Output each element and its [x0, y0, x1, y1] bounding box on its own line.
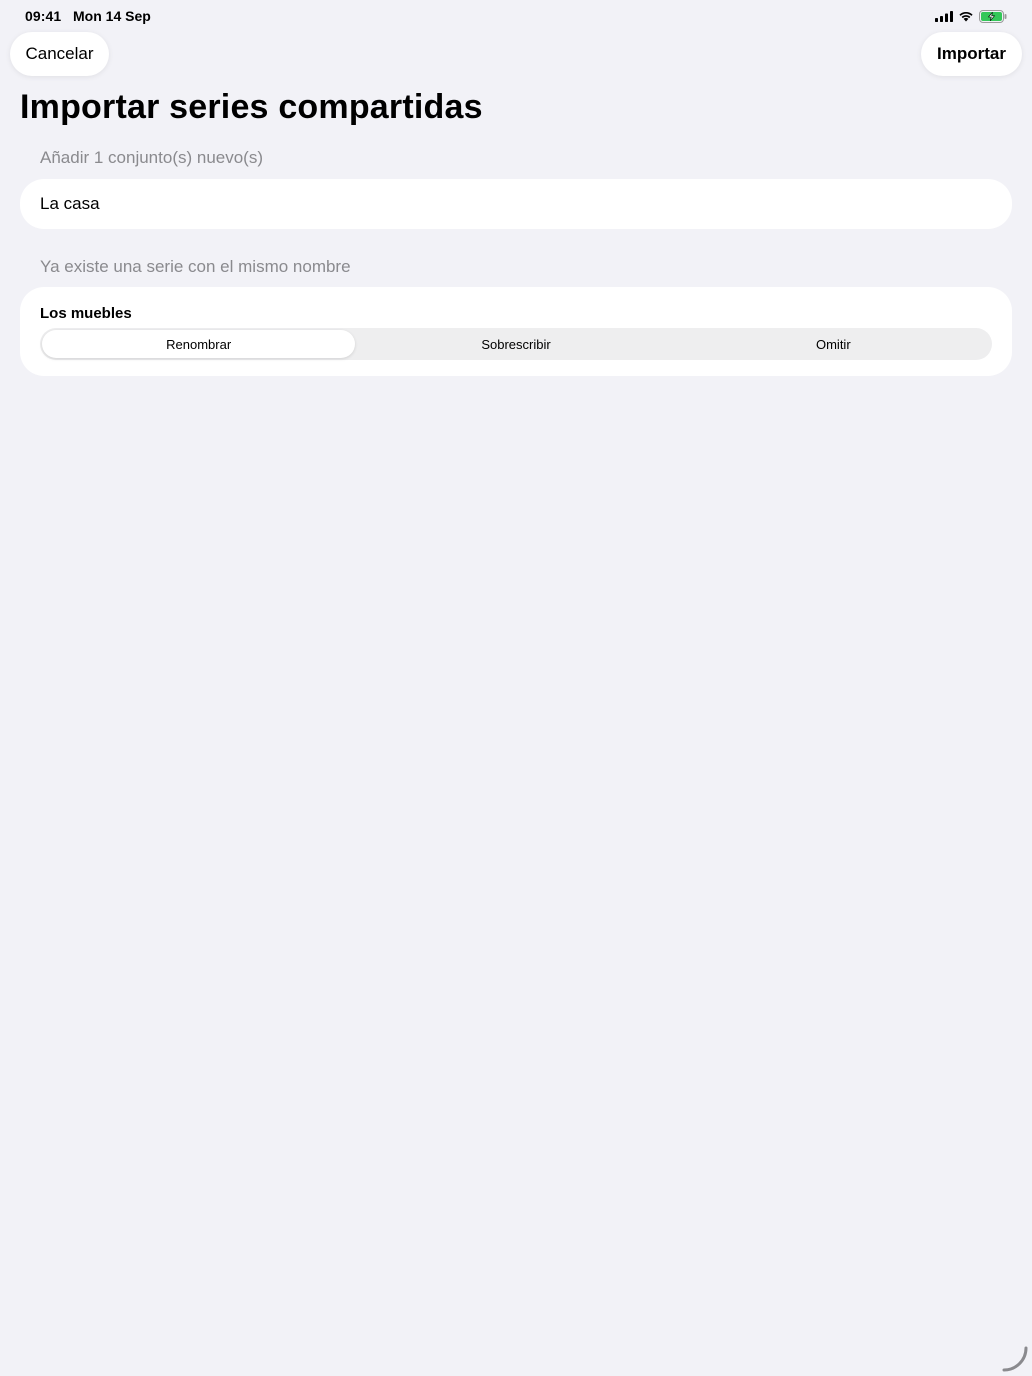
page-title: Importar series compartidas	[20, 88, 483, 126]
cancel-button[interactable]: Cancelar	[10, 32, 109, 76]
new-set-name: La casa	[40, 194, 100, 213]
cellular-signal-icon	[935, 10, 953, 22]
conflict-set-name: Los muebles	[40, 305, 132, 322]
conflict-resolution-picker[interactable]: Renombrar Sobrescribir Omitir	[40, 328, 992, 360]
status-icons	[935, 8, 1007, 24]
segment-overwrite[interactable]: Sobrescribir	[359, 330, 672, 358]
new-sets-section-header: Añadir 1 conjunto(s) nuevo(s)	[40, 148, 264, 167]
status-time: 09:41	[25, 8, 62, 24]
new-set-row: La casa	[20, 179, 1012, 229]
conflicts-section-header: Ya existe una serie con el mismo nombre	[40, 257, 351, 276]
wifi-icon	[959, 11, 973, 22]
conflict-row: Los muebles Renombrar Sobrescribir Omiti…	[20, 287, 1012, 376]
battery-charging-icon	[979, 9, 1007, 23]
resize-handle-icon[interactable]	[1002, 1346, 1028, 1372]
status-date: Mon 14 Sep	[73, 8, 151, 24]
segment-rename[interactable]: Renombrar	[42, 330, 356, 358]
status-bar: 09:41 Mon 14 Sep	[0, 0, 1032, 32]
segment-skip[interactable]: Omitir	[677, 330, 990, 358]
import-button[interactable]: Importar	[921, 32, 1022, 76]
